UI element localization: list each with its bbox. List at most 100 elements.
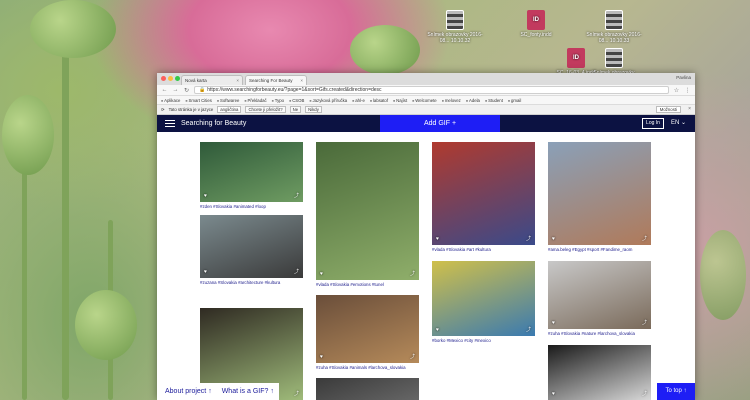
gif-tags[interactable]: #zden #Slovakia #animated #loop — [200, 204, 303, 209]
close-tab-icon[interactable]: × — [300, 78, 303, 83]
gif-card[interactable]: ♥ ⤴ #vlada #Slovakia #emotions #tunel — [316, 142, 419, 287]
about-project-link[interactable]: About project ↑ — [165, 388, 212, 395]
log-in-button[interactable]: Log In — [642, 118, 664, 129]
heart-icon[interactable]: ♥ — [436, 327, 439, 333]
heart-icon[interactable]: ♥ — [436, 236, 439, 242]
gif-tags[interactable]: #zuzana #Slovakia #architecture #kultura — [200, 280, 303, 285]
share-icon[interactable]: ⤴ — [294, 268, 299, 275]
bookmark-item[interactable]: Překladač — [244, 98, 267, 103]
gif-card[interactable]: ♥ ⤴ #ama.beleg #Egypt #sport #Fandime_raom — [548, 142, 651, 252]
reload-icon[interactable]: ↻ — [183, 87, 190, 94]
share-icon[interactable]: ⤴ — [642, 390, 647, 397]
hamburger-menu-icon[interactable] — [165, 120, 175, 127]
translate-button[interactable]: Chcete ji přeložit? — [245, 106, 286, 113]
share-icon[interactable]: ⤴ — [294, 192, 299, 199]
gif-tags[interactable]: #zuha #Slovakia #nature #larchova_slovak… — [548, 331, 651, 336]
gif-thumbnail[interactable]: ♥⤴ — [200, 142, 303, 202]
share-icon[interactable]: ⤴ — [526, 235, 531, 242]
image-file-icon — [605, 10, 623, 30]
bookmark-item[interactable]: Softwaree — [217, 98, 239, 103]
gif-thumbnail[interactable]: ♥⤴ — [432, 142, 535, 245]
gif-card[interactable]: ♥ ⤴ #vlada #Slovakia #art #kultura — [432, 142, 535, 252]
desktop-file-icon[interactable]: Snímek obrazovky 2016-08... 10.10.33 — [584, 10, 644, 44]
window-controls — [161, 76, 180, 81]
bookmark-item[interactable]: Smart Cities — [185, 98, 212, 103]
bookmark-item[interactable]: CSOB — [289, 98, 304, 103]
heart-icon[interactable]: ♥ — [204, 269, 207, 275]
gif-thumbnail[interactable]: ♥⤴ — [548, 142, 651, 245]
profile-name[interactable]: Pavlina — [676, 75, 691, 80]
gif-card[interactable] — [316, 378, 419, 400]
browser-window: Nová karta × Searching For Beauty × Pavl… — [157, 73, 695, 400]
menu-icon[interactable]: ⋮ — [684, 87, 691, 94]
close-window-button[interactable] — [161, 76, 166, 81]
close-tab-icon[interactable]: × — [236, 78, 239, 83]
gif-thumbnail[interactable]: ♥⤴ — [316, 142, 419, 280]
never-button[interactable]: Nikdy — [305, 106, 322, 113]
translate-bar: ⟳ Tato stránka je v jazyce angličtina Ch… — [157, 105, 695, 115]
share-icon[interactable]: ⤴ — [642, 235, 647, 242]
translate-icon: ⟳ — [161, 106, 165, 112]
close-icon[interactable]: × — [688, 106, 691, 112]
gif-card[interactable]: ♥⤴ — [548, 345, 651, 400]
add-gif-button[interactable]: Add GIF + — [380, 115, 500, 132]
back-arrow-icon[interactable]: ← — [161, 87, 168, 93]
heart-icon[interactable]: ♥ — [552, 391, 555, 397]
to-top-button[interactable]: To top ↑ — [657, 383, 695, 400]
tab-new[interactable]: Nová karta × — [181, 75, 243, 85]
gif-card[interactable]: ♥ ⤴ #zuzana #Slovakia #architecture #kultu… — [200, 215, 303, 285]
gif-card[interactable]: ♥ ⤴ #zden #Slovakia #animated #loop — [200, 142, 303, 209]
gif-thumbnail[interactable]: ♥⤴ — [548, 345, 651, 400]
gif-grid: ♥ ⤴ #zden #Slovakia #animated #loop ♥ ⤴ #zuza… — [157, 142, 695, 400]
heart-icon[interactable]: ♥ — [320, 354, 323, 360]
share-icon[interactable]: ⤴ — [410, 353, 415, 360]
gif-thumbnail[interactable] — [316, 378, 419, 400]
options-select[interactable]: Možnosti — [655, 106, 681, 113]
language-switch[interactable]: EN ⌄ — [671, 119, 686, 126]
site-title[interactable]: Searching for Beauty — [181, 120, 246, 127]
address-bar[interactable]: 🔒 https://www.searchingforbeauty.eu/?page… — [194, 86, 669, 94]
heart-icon[interactable]: ♥ — [552, 236, 555, 242]
heart-icon[interactable]: ♥ — [552, 320, 555, 326]
share-icon[interactable]: ⤴ — [294, 390, 299, 397]
zoom-window-button[interactable] — [175, 76, 180, 81]
what-is-gif-link[interactable]: What is a GIF? ↑ — [222, 388, 274, 395]
bookmark-item[interactable]: melovez — [442, 98, 461, 103]
bookmark-item[interactable]: gmail — [508, 98, 521, 103]
heart-icon[interactable]: ♥ — [320, 271, 323, 277]
bookmark-item[interactable]: Adela — [466, 98, 480, 103]
bookmark-item[interactable]: Jazyková příručka — [309, 98, 348, 103]
desktop-file-icon[interactable]: Snímek obrazovky — [584, 48, 644, 76]
bookmark-item[interactable]: Student — [485, 98, 503, 103]
bookmark-item[interactable]: Najíst — [393, 98, 407, 103]
no-button[interactable]: Ne — [289, 106, 302, 113]
heart-icon[interactable]: ♥ — [204, 193, 207, 199]
gif-thumbnail[interactable]: ♥⤴ — [316, 295, 419, 363]
bookmark-item[interactable]: Aplikace — [161, 98, 180, 103]
bookmark-item[interactable]: Welcomete — [412, 98, 436, 103]
gif-tags[interactable]: #vlada #Slovakia #art #kultura — [432, 247, 535, 252]
gif-card[interactable]: ♥ ⤴ #zuha #Slovakia #nature #larchova_slov… — [548, 261, 651, 336]
star-icon[interactable]: ☆ — [673, 87, 680, 94]
gif-card[interactable]: ♥ ⤴ #borko #Mexico #city #mexico — [432, 261, 535, 343]
gif-tags[interactable]: #ama.beleg #Egypt #sport #Fandime_raom — [548, 247, 651, 252]
gif-tags[interactable]: #vlada #Slovakia #emotions #tunel — [316, 282, 419, 287]
bookmark-item[interactable]: Typo — [272, 98, 284, 103]
gif-thumbnail[interactable]: ♥⤴ — [432, 261, 535, 336]
gif-tags[interactable]: #borko #Mexico #city #mexico — [432, 338, 535, 343]
gif-thumbnail[interactable]: ♥⤴ — [548, 261, 651, 329]
bookmark-item[interactable]: labsatof — [370, 98, 388, 103]
desktop-file-icon[interactable]: ID SC_fonty.indd — [506, 10, 566, 38]
desktop-file-icon[interactable]: Snímek obrazovky 2016-08... 10.10.32 — [425, 10, 485, 44]
language-select[interactable]: angličtina — [217, 106, 242, 113]
minimize-window-button[interactable] — [168, 76, 173, 81]
forward-arrow-icon[interactable]: → — [172, 87, 179, 93]
bookmark-item[interactable]: ahl-e — [352, 98, 365, 103]
gif-tags[interactable]: #zuha #Slovakia #animals #larchova_slova… — [316, 365, 419, 370]
gif-card[interactable]: ♥ ⤴ #zuha #Slovakia #animals #larchova_slo… — [316, 295, 419, 370]
gif-thumbnail[interactable]: ♥⤴ — [200, 215, 303, 278]
share-icon[interactable]: ⤴ — [526, 326, 531, 333]
share-icon[interactable]: ⤴ — [642, 319, 647, 326]
tab-searching-for-beauty[interactable]: Searching For Beauty × — [245, 75, 307, 85]
share-icon[interactable]: ⤴ — [410, 270, 415, 277]
